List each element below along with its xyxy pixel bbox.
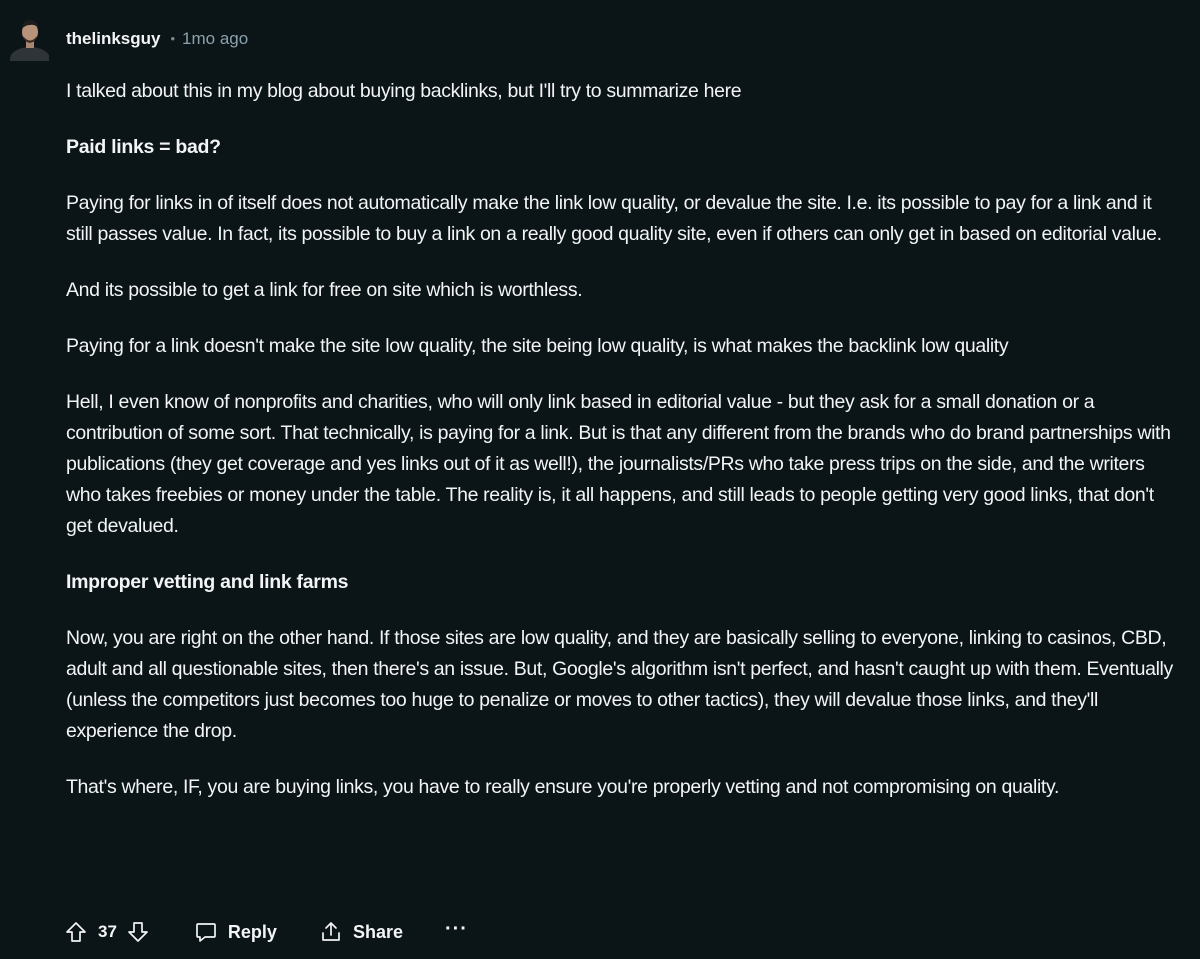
speech-bubble-icon xyxy=(194,920,218,944)
paragraph: Hell, I even know of nonprofits and char… xyxy=(66,391,1171,537)
vote-score: 37 xyxy=(98,922,117,941)
comment-meta: thelinksguy • 1mo ago xyxy=(66,28,248,50)
section-heading-vetting: Improper vetting and link farms xyxy=(66,571,349,593)
paragraph: That's where, IF, you are buying links, … xyxy=(66,776,1060,798)
comment-action-bar: 37 Reply Share ··· xyxy=(64,916,468,948)
reply-button[interactable]: Reply xyxy=(194,920,277,944)
paragraph: Paying for links in of itself does not a… xyxy=(66,192,1162,245)
reply-label: Reply xyxy=(227,921,277,942)
share-button[interactable]: Share xyxy=(319,920,403,944)
avatar[interactable] xyxy=(9,13,49,61)
downvote-icon[interactable] xyxy=(126,920,150,944)
meta-separator: • xyxy=(170,31,176,46)
timestamp[interactable]: 1mo ago xyxy=(182,28,248,50)
author-name[interactable]: thelinksguy xyxy=(66,28,160,50)
paragraph-intro: I talked about this in my blog about buy… xyxy=(66,80,742,102)
upvote-icon[interactable] xyxy=(64,920,88,944)
comment-body: I talked about this in my blog about buy… xyxy=(66,76,1176,828)
paragraph: And its possible to get a link for free … xyxy=(66,279,583,301)
share-label: Share xyxy=(352,921,403,942)
comment: thelinksguy • 1mo ago I talked about thi… xyxy=(0,0,1200,959)
paragraph: Now, you are right on the other hand. If… xyxy=(66,627,1173,742)
more-options-button[interactable]: ··· xyxy=(445,919,468,945)
paragraph: Paying for a link doesn't make the site … xyxy=(66,335,1009,357)
share-upload-icon xyxy=(319,920,343,944)
avatar-image xyxy=(10,20,49,61)
section-heading-paid-links: Paid links = bad? xyxy=(66,136,221,158)
